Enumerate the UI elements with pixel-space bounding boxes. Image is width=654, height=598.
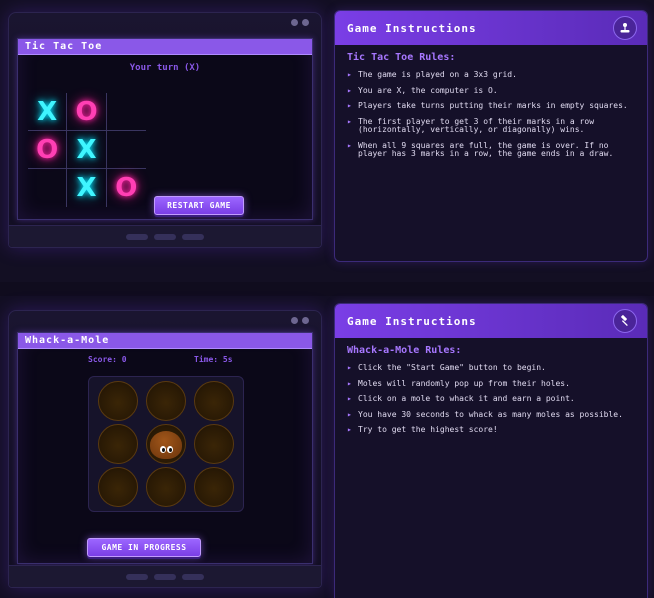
mole-eye [160,445,166,453]
window-dot [302,317,309,324]
turn-indicator: Your turn (X) [129,63,201,73]
base-slot [182,573,204,580]
monitor-base [9,225,321,247]
tictactoe-instructions-panel: Game Instructions Tic Tac Toe Rules: The… [334,10,648,262]
mole-hole[interactable] [98,466,138,507]
mole-board [88,376,244,512]
rule-item: Click on a mole to whack it and earn a p… [347,394,635,404]
instructions-title: Game Instructions [347,21,477,35]
window-dot [291,19,298,26]
base-slot [154,573,176,580]
rule-item: The game is played on a 3x3 grid. [347,70,635,80]
tictactoe-window-title: Tic Tac Toe [18,39,312,55]
board-cell[interactable]: X [67,169,107,207]
board-cell[interactable]: X [28,93,68,131]
mole-hole[interactable] [194,381,234,422]
mole-hole[interactable] [194,423,234,464]
whackamole-window-title: Whack-a-Mole [18,333,312,349]
instructions-header: Game Instructions [335,11,647,45]
mole-hole[interactable] [194,466,234,507]
o-mark: O [115,173,138,203]
board-cell[interactable] [28,169,68,207]
mole-hole[interactable] [146,381,186,422]
joystick-icon-svg [620,23,630,33]
rules-title: Whack-a-Mole Rules: [347,345,462,356]
board-cell[interactable]: O [67,93,107,131]
board-cell[interactable]: X [67,131,107,169]
rule-item: The first player to get 3 of their marks… [347,117,635,135]
mole-hole[interactable] [146,466,186,507]
window-dots [291,317,309,324]
base-slot [126,233,148,240]
mole-hole[interactable] [98,423,138,464]
game-status-button[interactable]: GAME IN PROGRESS [87,538,201,557]
o-mark: O [36,134,59,165]
board-cell[interactable] [106,131,146,169]
rule-item: Moles will randomly pop up from their ho… [347,379,635,389]
tictactoe-screen: Tic Tac Toe Your turn (X) X O O X X O RE… [17,38,313,220]
hammer-icon-svg [621,315,628,327]
joystick-icon[interactable] [613,16,637,40]
hammer-icon[interactable] [613,309,637,333]
mole-hole[interactable] [98,381,138,422]
base-slot [126,573,148,580]
rules-list: The game is played on a 3x3 grid. You ar… [347,70,635,159]
x-mark: X [76,173,97,203]
rule-item: You have 30 seconds to whack as many mol… [347,410,635,420]
rule-item: You are X, the computer is O. [347,86,635,96]
mole[interactable] [150,430,182,459]
rule-item: Click the "Start Game" button to begin. [347,363,635,373]
rules-title: Tic Tac Toe Rules: [347,52,456,63]
board-cell[interactable]: O [107,169,146,207]
window-dot [291,317,298,324]
base-slot [182,233,204,240]
window-dot [302,19,309,26]
timer-display: Time: 5s [194,355,233,364]
board-cell[interactable] [106,93,146,131]
base-slot [154,233,176,240]
monitor-base [9,565,321,587]
rule-item: Try to get the highest score! [347,425,635,435]
mole-hole[interactable] [146,423,186,464]
restart-game-button[interactable]: RESTART GAME [154,196,244,215]
board-cell[interactable]: O [28,131,68,169]
whackamole-monitor: Whack-a-Mole Score: 0 Time: 5s GAME IN P… [8,310,322,588]
rule-item: When all 9 squares are full, the game is… [347,141,635,159]
window-dots [291,19,309,26]
mole-eye [167,445,173,453]
instructions-title: Game Instructions [347,314,477,328]
tictactoe-monitor: Tic Tac Toe Your turn (X) X O O X X O RE… [8,12,322,248]
x-mark: X [76,134,97,165]
score-display: Score: 0 [88,355,127,364]
o-mark: O [75,96,98,127]
rules-list: Click the "Start Game" button to begin. … [347,363,635,435]
rule-item: Players take turns putting their marks i… [347,101,635,111]
instructions-header: Game Instructions [335,304,647,338]
tictactoe-board: X O O X X O [28,93,146,207]
whackamole-instructions-panel: Game Instructions Whack-a-Mole Rules: Cl… [334,303,648,598]
x-mark: X [37,96,58,127]
whackamole-screen: Whack-a-Mole Score: 0 Time: 5s GAME IN P… [17,332,313,564]
